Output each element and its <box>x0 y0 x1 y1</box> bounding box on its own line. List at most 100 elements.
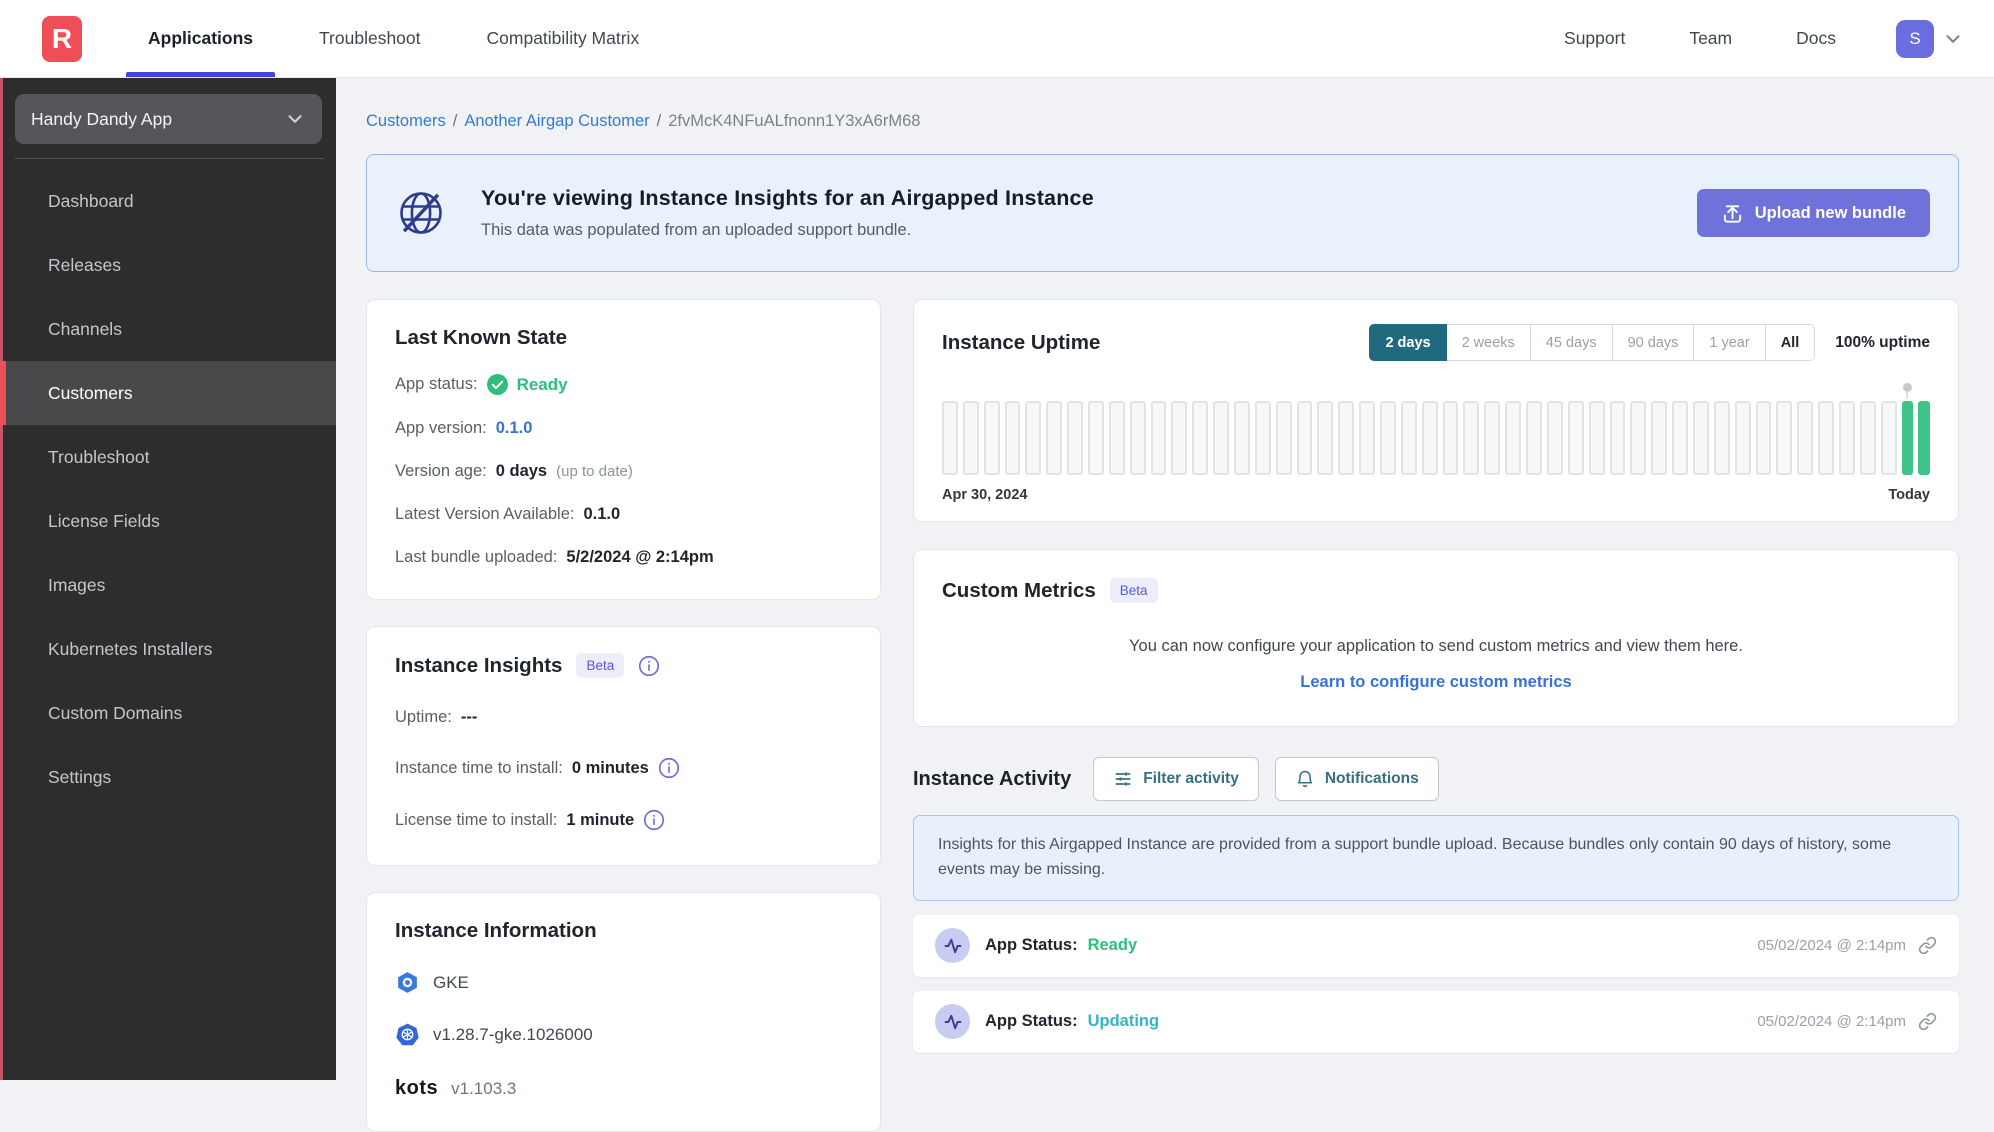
uptime-bar-empty[interactable] <box>1338 401 1354 475</box>
range-all[interactable]: All <box>1765 324 1816 361</box>
uptime-bar-empty[interactable] <box>1422 401 1438 475</box>
uptime-bar-empty[interactable] <box>1860 401 1876 475</box>
uptime-bar-chart[interactable] <box>942 401 1930 475</box>
upload-new-bundle-button[interactable]: Upload new bundle <box>1697 189 1930 237</box>
uptime-bar-empty[interactable] <box>1213 401 1229 475</box>
pulse-icon <box>935 928 970 963</box>
range-45-days[interactable]: 45 days <box>1530 324 1613 361</box>
app-sidebar: Handy Dandy App Dashboard Releases Chann… <box>0 78 336 1080</box>
event-timestamp: 05/02/2024 @ 2:14pm <box>1757 1013 1906 1030</box>
uptime-bar-empty[interactable] <box>1693 401 1709 475</box>
info-icon[interactable] <box>638 655 660 677</box>
uptime-bar-empty[interactable] <box>1151 401 1167 475</box>
sidebar-item-kubernetes-installers[interactable]: Kubernetes Installers <box>3 617 336 681</box>
row-label: Uptime: <box>395 708 452 727</box>
uptime-bar-up[interactable] <box>1902 401 1914 475</box>
sidebar-item-license-fields[interactable]: License Fields <box>3 489 336 553</box>
uptime-bar-empty[interactable] <box>1380 401 1396 475</box>
uptime-bar-up[interactable] <box>1918 401 1930 475</box>
uptime-bar-empty[interactable] <box>1463 401 1479 475</box>
uptime-bar-empty[interactable] <box>1276 401 1292 475</box>
uptime-bar-empty[interactable] <box>1046 401 1062 475</box>
uptime-bar-empty[interactable] <box>1067 401 1083 475</box>
sidebar-item-dashboard[interactable]: Dashboard <box>3 169 336 233</box>
range-90-days[interactable]: 90 days <box>1612 324 1695 361</box>
nav-docs[interactable]: Docs <box>1792 28 1840 49</box>
uptime-bar-empty[interactable] <box>1735 401 1751 475</box>
account-menu[interactable]: S <box>1896 20 1964 58</box>
info-icon[interactable] <box>658 757 680 779</box>
range-2-weeks[interactable]: 2 weeks <box>1446 324 1531 361</box>
sidebar-item-images[interactable]: Images <box>3 553 336 617</box>
uptime-bar-empty[interactable] <box>1130 401 1146 475</box>
configure-custom-metrics-link[interactable]: Learn to configure custom metrics <box>942 673 1930 692</box>
nav-compatibility-matrix[interactable]: Compatibility Matrix <box>483 0 644 77</box>
replicated-logo[interactable]: R <box>42 16 82 62</box>
notifications-button[interactable]: Notifications <box>1275 757 1439 801</box>
k8s-version-value: v1.28.7-gke.1026000 <box>433 1025 593 1045</box>
sidebar-item-channels[interactable]: Channels <box>3 297 336 361</box>
main-content: Customers/Another Airgap Customer/2fvMcK… <box>336 78 1994 1080</box>
uptime-bar-empty[interactable] <box>1839 401 1855 475</box>
uptime-bar-empty[interactable] <box>984 401 1000 475</box>
uptime-bar-empty[interactable] <box>1568 401 1584 475</box>
app-version-link[interactable]: 0.1.0 <box>496 419 533 438</box>
sidebar-item-releases[interactable]: Releases <box>3 233 336 297</box>
uptime-bar-empty[interactable] <box>1776 401 1792 475</box>
sidebar-item-settings[interactable]: Settings <box>3 745 336 809</box>
uptime-bar-empty[interactable] <box>1005 401 1021 475</box>
instance-information-title: Instance Information <box>395 919 852 943</box>
permalink-icon[interactable] <box>1918 1012 1937 1031</box>
uptime-bar-empty[interactable] <box>1547 401 1563 475</box>
range-1-year[interactable]: 1 year <box>1693 324 1765 361</box>
uptime-bar-empty[interactable] <box>1672 401 1688 475</box>
filter-activity-button[interactable]: Filter activity <box>1093 757 1259 801</box>
uptime-bar-empty[interactable] <box>1401 401 1417 475</box>
info-icon[interactable] <box>643 809 665 831</box>
breadcrumb-customer-name[interactable]: Another Airgap Customer <box>464 112 649 130</box>
nav-team[interactable]: Team <box>1685 28 1736 49</box>
uptime-bar-empty[interactable] <box>1714 401 1730 475</box>
uptime-bar-empty[interactable] <box>1881 401 1897 475</box>
uptime-bar-empty[interactable] <box>1505 401 1521 475</box>
uptime-bar-empty[interactable] <box>1797 401 1813 475</box>
uptime-bar-empty[interactable] <box>1651 401 1667 475</box>
nav-support[interactable]: Support <box>1560 28 1629 49</box>
uptime-bar-empty[interactable] <box>1484 401 1500 475</box>
uptime-bar-empty[interactable] <box>1818 401 1834 475</box>
beta-badge: Beta <box>576 653 624 678</box>
app-selector-dropdown[interactable]: Handy Dandy App <box>15 94 322 144</box>
uptime-bar-empty[interactable] <box>1171 401 1187 475</box>
sidebar-item-custom-domains[interactable]: Custom Domains <box>3 681 336 745</box>
activity-event-row[interactable]: App Status: Ready 05/02/2024 @ 2:14pm <box>913 915 1959 977</box>
uptime-bar-empty[interactable] <box>1630 401 1646 475</box>
uptime-bar-empty[interactable] <box>942 401 958 475</box>
uptime-bar-empty[interactable] <box>1756 401 1772 475</box>
uptime-bar-empty[interactable] <box>1610 401 1626 475</box>
range-2-days[interactable]: 2 days <box>1369 324 1446 361</box>
activity-event-row[interactable]: App Status: Updating 05/02/2024 @ 2:14pm <box>913 991 1959 1053</box>
uptime-bar-empty[interactable] <box>1255 401 1271 475</box>
uptime-bar-empty[interactable] <box>1234 401 1250 475</box>
uptime-bar-empty[interactable] <box>1526 401 1542 475</box>
nav-troubleshoot[interactable]: Troubleshoot <box>315 0 425 77</box>
sidebar-item-customers[interactable]: Customers <box>3 361 336 425</box>
uptime-bar-empty[interactable] <box>1088 401 1104 475</box>
breadcrumb-customers[interactable]: Customers <box>366 112 446 130</box>
app-status-row: App status: Ready <box>395 374 852 395</box>
uptime-bar-empty[interactable] <box>1109 401 1125 475</box>
custom-metrics-card: Custom Metrics Beta You can now configur… <box>913 549 1959 727</box>
app-status-value: Ready <box>517 375 568 395</box>
uptime-bar-empty[interactable] <box>1317 401 1333 475</box>
uptime-bar-empty[interactable] <box>1192 401 1208 475</box>
uptime-bar-empty[interactable] <box>1589 401 1605 475</box>
uptime-bar-empty[interactable] <box>1443 401 1459 475</box>
uptime-bar-empty[interactable] <box>1297 401 1313 475</box>
sidebar-item-troubleshoot[interactable]: Troubleshoot <box>3 425 336 489</box>
uptime-bar-empty[interactable] <box>1359 401 1375 475</box>
permalink-icon[interactable] <box>1918 936 1937 955</box>
uptime-bar-empty[interactable] <box>1025 401 1041 475</box>
avatar[interactable]: S <box>1896 20 1934 58</box>
nav-applications[interactable]: Applications <box>144 0 257 77</box>
uptime-bar-empty[interactable] <box>963 401 979 475</box>
